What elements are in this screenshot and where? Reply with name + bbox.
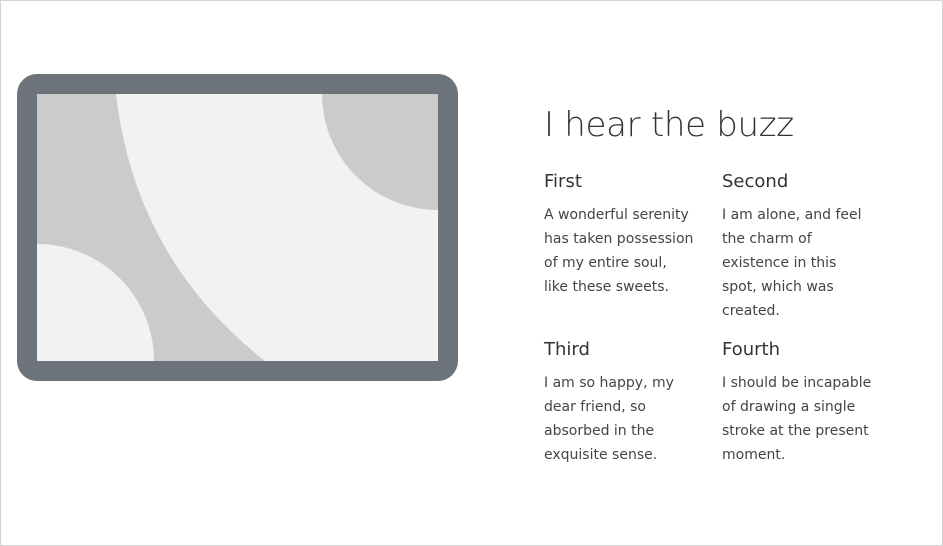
feature-title: Fourth bbox=[722, 339, 780, 360]
feature-third: Third I am so happy, my dear friend, so … bbox=[544, 337, 722, 467]
feature-title: First bbox=[544, 171, 582, 192]
feature-text: I should be incapable of drawing a singl… bbox=[722, 375, 872, 463]
feature-fourth: Fourth I should be incapable of drawing … bbox=[722, 337, 900, 467]
feature-second: Second I am alone, and feel the charm of… bbox=[722, 169, 900, 323]
content-section: I hear the buzz First A wonderful sereni… bbox=[544, 101, 904, 467]
feature-text: I am so happy, my dear friend, so absorb… bbox=[544, 375, 674, 463]
feature-text: A wonderful serenity has taken possessio… bbox=[544, 207, 694, 295]
tablet-mockup bbox=[17, 74, 458, 381]
page-title: I hear the buzz bbox=[544, 105, 794, 145]
feature-title: Third bbox=[544, 339, 590, 360]
feature-grid: First A wonderful serenity has taken pos… bbox=[544, 169, 904, 467]
feature-first: First A wonderful serenity has taken pos… bbox=[544, 169, 722, 323]
feature-text: I am alone, and feel the charm of existe… bbox=[722, 207, 862, 319]
feature-title: Second bbox=[722, 171, 789, 192]
placeholder-image bbox=[37, 94, 438, 361]
placeholder-shapes bbox=[37, 94, 438, 361]
page: I hear the buzz First A wonderful sereni… bbox=[0, 0, 943, 546]
